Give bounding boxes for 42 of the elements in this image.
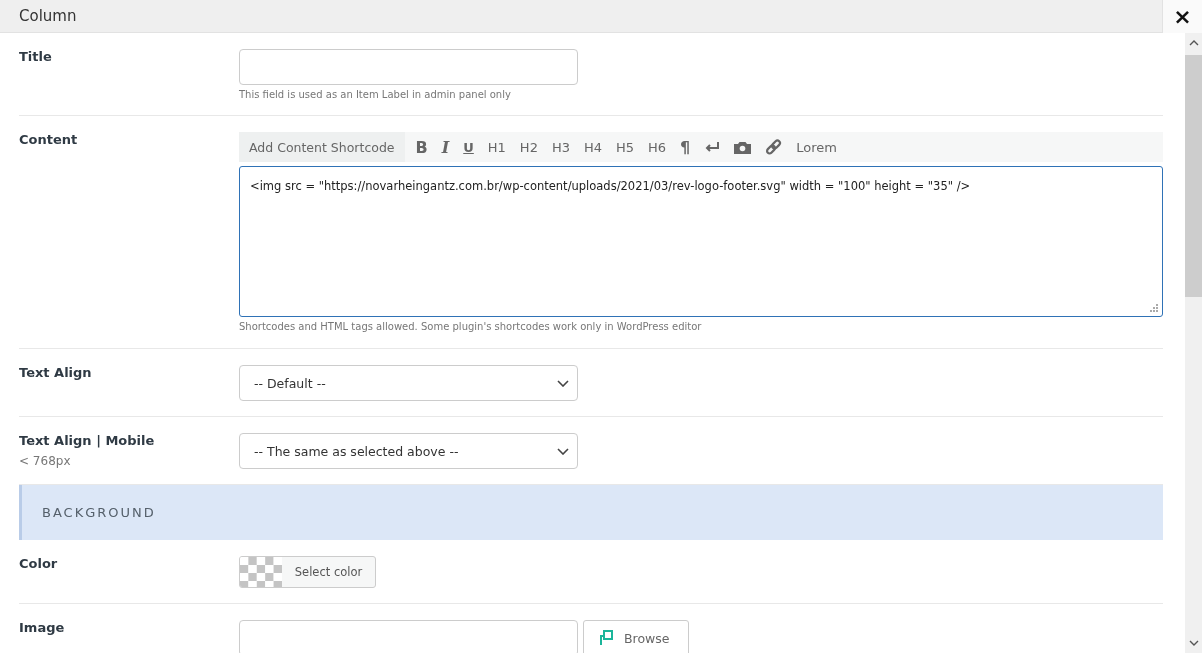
help-text: This field is used as an Item Label in admin panel only: [239, 89, 512, 100]
field-sublabel: < 768px: [19, 454, 72, 468]
select-dropdown[interactable]: -- Default --: [239, 365, 578, 401]
select-color-button[interactable]: Select color: [239, 556, 376, 588]
toolbar-button[interactable]: Add Content Shortcode: [239, 132, 405, 162]
link-icon: [765, 138, 783, 156]
help-text: Shortcodes and HTML tags allowed. Some plugin's shortcodes work only in WordPress editor: [239, 321, 703, 332]
toolbar-button[interactable]: H3: [544, 132, 577, 162]
browse-icon: [598, 630, 614, 646]
field-label: Image: [19, 620, 66, 635]
field-label: Content: [19, 132, 79, 147]
toolbar-button[interactable]: ¶: [673, 132, 698, 162]
toolbar-button[interactable]: H2: [512, 132, 545, 162]
toolbar-button[interactable]: H4: [576, 132, 609, 162]
toolbar-button[interactable]: U: [456, 132, 481, 162]
field-label: Title: [19, 49, 53, 64]
scrollbar-thumb[interactable]: [1185, 55, 1202, 297]
camera-icon: [734, 140, 752, 154]
field-label: Color: [19, 556, 59, 571]
toolbar-button[interactable]: H5: [609, 132, 642, 162]
field-label: Text Align: [19, 365, 93, 380]
resize-grip-icon: [1150, 304, 1159, 313]
title-input[interactable]: [239, 49, 578, 85]
section-title: BACKGROUND: [42, 505, 156, 520]
select-dropdown[interactable]: -- The same as selected above --: [239, 433, 578, 469]
scroll-up-icon[interactable]: [1188, 40, 1199, 46]
scroll-down-icon[interactable]: [1188, 640, 1199, 646]
field-label: Text Align | Mobile: [19, 433, 156, 448]
browse-button[interactable]: Browse: [583, 620, 689, 653]
toolbar-button[interactable]: H1: [480, 132, 513, 162]
chevron-down-icon: [557, 447, 569, 455]
transparent-swatch-icon: [240, 557, 282, 587]
image-url-input[interactable]: [239, 620, 578, 653]
toolbar-button[interactable]: B: [408, 132, 435, 162]
content-textarea[interactable]: <img src = "https://novarheingantz.com.br/wp-content/uploads/2021/03/rev-logo-footer.svg" width = "100" height = "35" />: [239, 166, 1163, 317]
toolbar-button[interactable]: H6: [641, 132, 674, 162]
toolbar-button[interactable]: I: [434, 132, 457, 162]
toolbar-button[interactable]: Lorem: [789, 132, 844, 162]
close-button[interactable]: ×: [1162, 0, 1202, 33]
chevron-down-icon: [557, 379, 569, 387]
return-arrow-icon: [704, 141, 721, 153]
window-title: Column: [19, 7, 77, 25]
